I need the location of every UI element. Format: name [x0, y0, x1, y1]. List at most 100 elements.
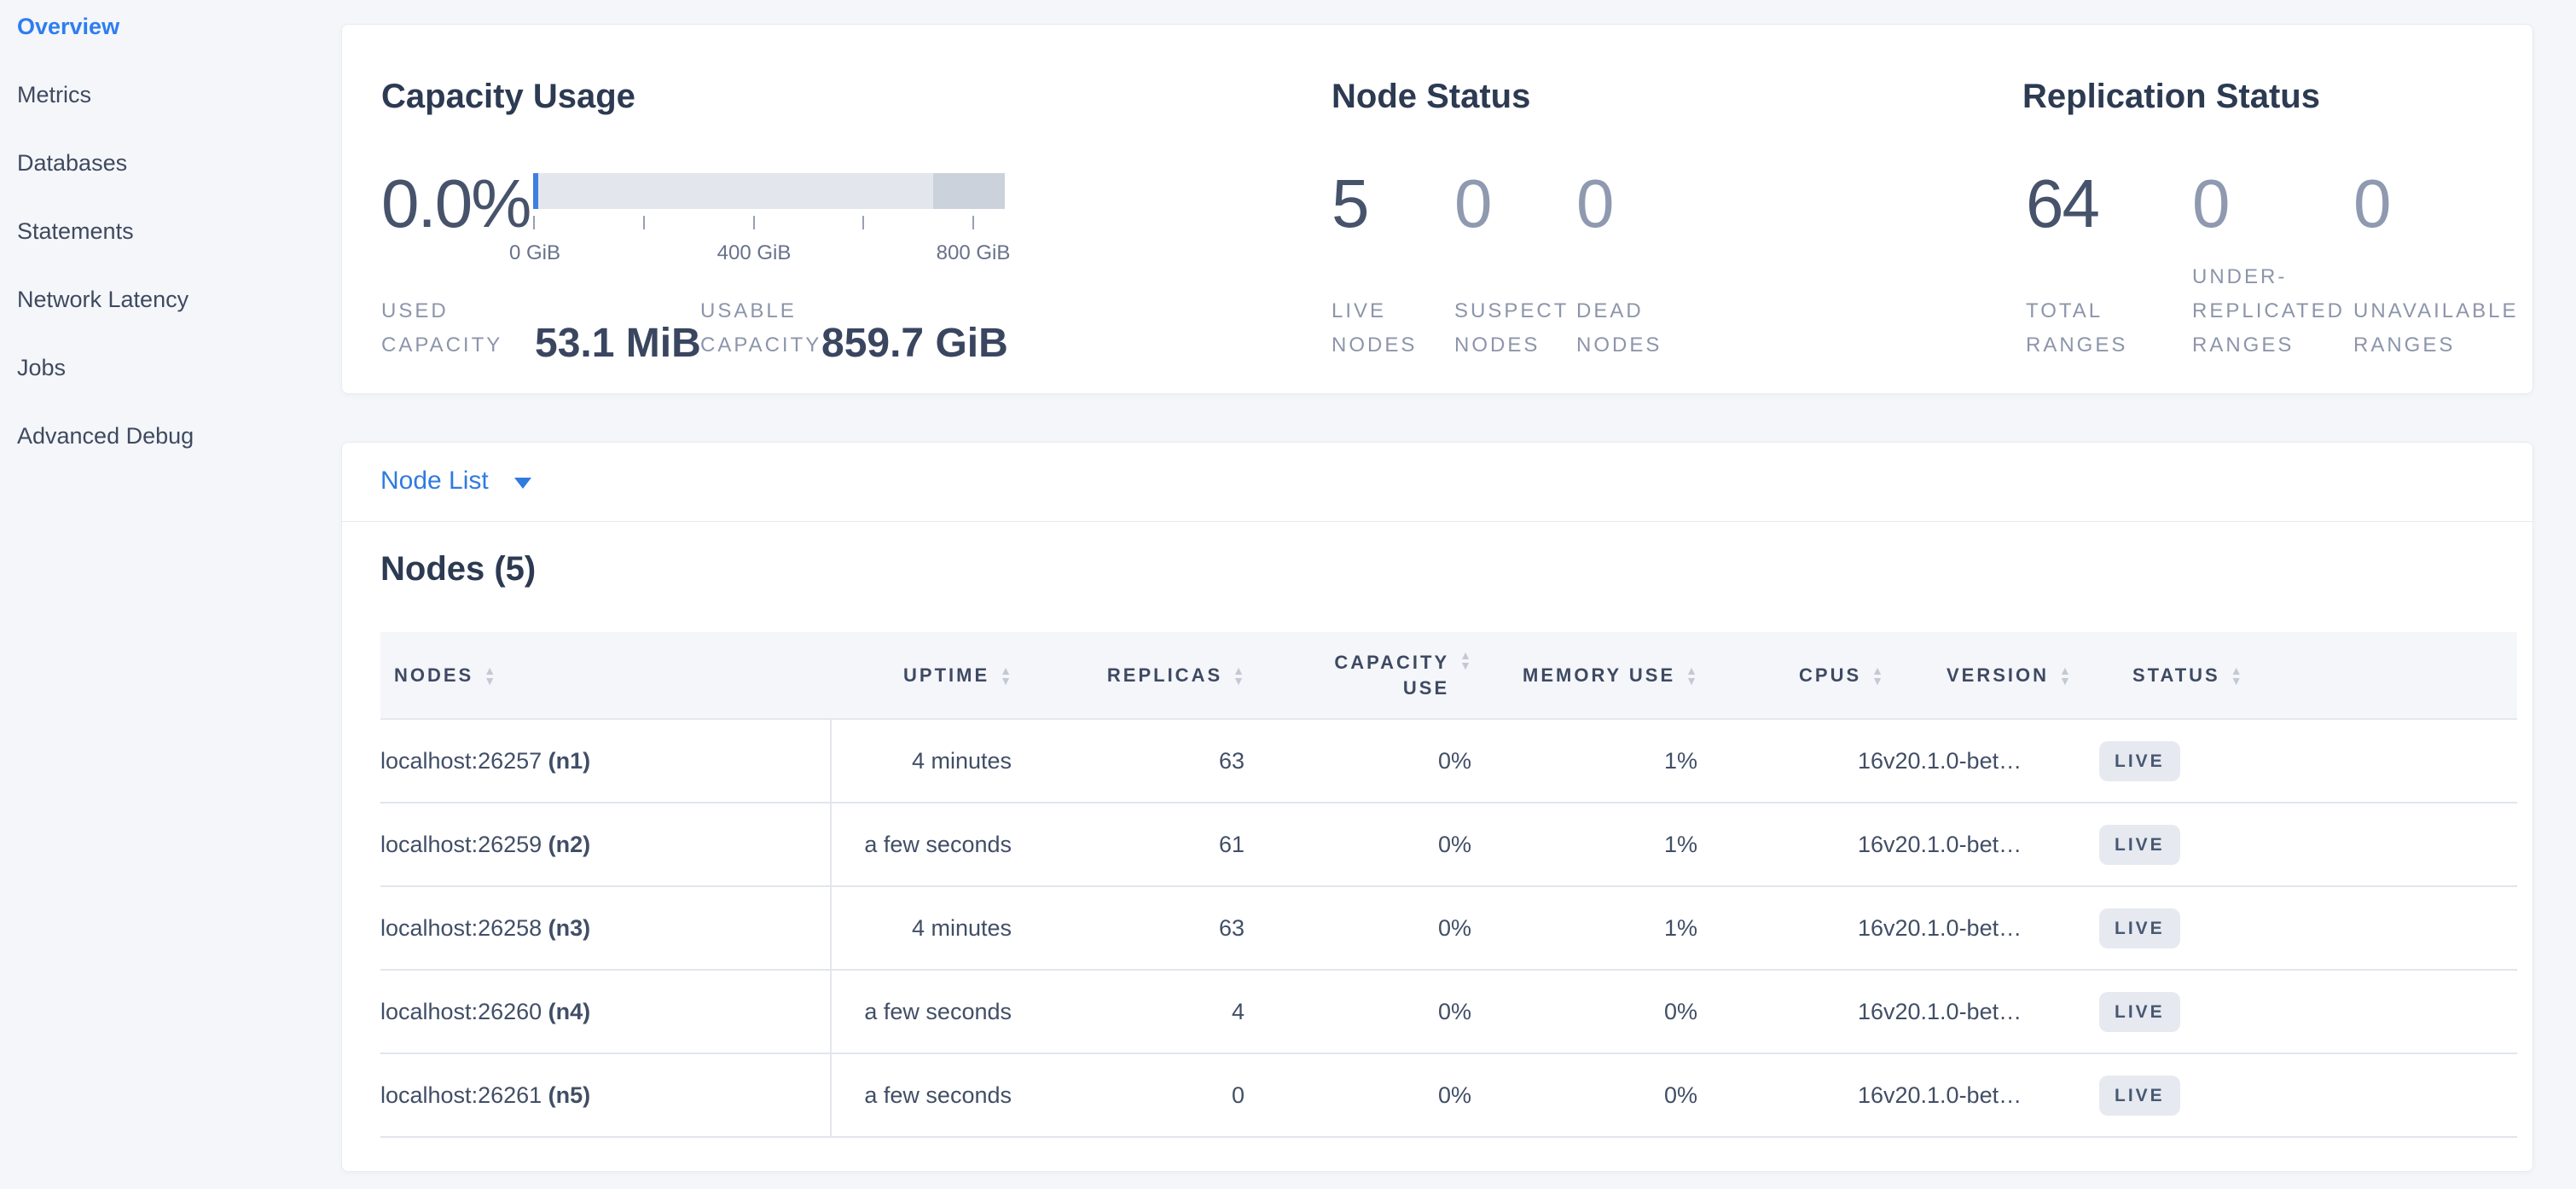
column-header-version[interactable]: VERSION ▲▼: [1883, 632, 2099, 719]
memory-use-cell: 1%: [1471, 803, 1697, 886]
capacity-used-percent: 0.0%: [381, 170, 530, 238]
sidebar-item-metrics[interactable]: Metrics: [17, 82, 91, 108]
sort-icon[interactable]: ▲▼: [1871, 665, 1883, 686]
axis-tick: [862, 216, 864, 229]
node-address: localhost:26260: [380, 999, 542, 1024]
axis-label-800gib: 800 GiB: [905, 241, 1041, 265]
capacity-use-cell: 0%: [1244, 719, 1471, 803]
status-cell: LIVE: [2099, 719, 2517, 803]
status-badge: LIVE: [2099, 1076, 2180, 1116]
replicas-cell: 0: [1012, 1053, 1244, 1137]
capacity-used-marker: [533, 173, 538, 209]
table-row: localhost:26261 (n5) a few seconds 0 0% …: [380, 1053, 2517, 1137]
node-address: localhost:26258: [380, 915, 542, 941]
sidebar-item-databases[interactable]: Databases: [17, 150, 127, 177]
node-name-cell[interactable]: localhost:26258 (n3): [380, 886, 831, 970]
node-name-cell[interactable]: localhost:26259 (n2): [380, 803, 831, 886]
version-cell: v20.1.0-bet…: [1883, 1053, 2099, 1137]
replicas-cell: 63: [1012, 886, 1244, 970]
node-address: localhost:26259: [380, 832, 542, 857]
sidebar-item-jobs[interactable]: Jobs: [17, 355, 66, 381]
column-label: NODES: [394, 664, 473, 687]
axis-tick: [643, 216, 645, 229]
memory-use-cell: 0%: [1471, 970, 1697, 1053]
node-address: localhost:26257: [380, 748, 542, 774]
column-header-uptime[interactable]: UPTIME ▲▼: [831, 632, 1012, 719]
column-label: REPLICAS: [1107, 664, 1222, 687]
column-label: UPTIME: [903, 664, 989, 687]
capacity-usage-title: Capacity Usage: [381, 78, 635, 116]
version-cell: v20.1.0-bet…: [1883, 886, 2099, 970]
column-header-nodes[interactable]: NODES ▲▼: [380, 632, 831, 719]
axis-label-400gib: 400 GiB: [686, 241, 822, 265]
sidebar-item-advanced-debug[interactable]: Advanced Debug: [17, 423, 194, 450]
status-badge: LIVE: [2099, 825, 2180, 865]
nodes-table: NODES ▲▼ UPTIME ▲▼ REPLICAS ▲▼ CAPACITY USE…: [380, 632, 2517, 1138]
capacity-use-cell: 0%: [1244, 886, 1471, 970]
replicas-cell: 61: [1012, 803, 1244, 886]
node-list-card: Node List Nodes (5) NODES▲▼ UPTIME▲▼ REP…: [341, 442, 2533, 1172]
sort-icon[interactable]: ▲▼: [2059, 665, 2071, 686]
suspect-nodes-count: 0: [1454, 170, 1491, 238]
under-replicated-ranges-label: UNDER-REPLICATED RANGES: [2192, 260, 2380, 362]
cluster-summary-card: Capacity Usage 0.0% 0 GiB 400 GiB 800 Gi…: [341, 24, 2533, 394]
used-capacity-label: USED CAPACITY: [381, 294, 518, 362]
cpus-cell: 16: [1697, 886, 1883, 970]
capacity-use-cell: 0%: [1244, 803, 1471, 886]
sort-icon[interactable]: ▲▼: [2231, 665, 2242, 686]
cpus-cell: 16: [1697, 1053, 1883, 1137]
dead-nodes-label: DEAD NODES: [1576, 294, 1687, 362]
sort-icon[interactable]: ▲▼: [1459, 650, 1471, 670]
uptime-cell: 4 minutes: [831, 719, 1012, 803]
column-header-capacity-use[interactable]: CAPACITY USE ▲▼: [1244, 632, 1471, 719]
capacity-use-cell: 0%: [1244, 1053, 1471, 1137]
column-label: CAPACITY USE: [1321, 650, 1449, 701]
sort-icon[interactable]: ▲▼: [1000, 665, 1012, 686]
live-nodes-count: 5: [1332, 170, 1368, 238]
axis-tick: [533, 216, 535, 229]
status-badge: LIVE: [2099, 992, 2180, 1032]
axis-label-0gib: 0 GiB: [467, 241, 603, 265]
column-header-replicas[interactable]: REPLICAS ▲▼: [1012, 632, 1244, 719]
uptime-cell: a few seconds: [831, 803, 1012, 886]
node-id: (n2): [548, 832, 591, 857]
capacity-usage-bar: [533, 173, 1005, 209]
dead-nodes-count: 0: [1576, 170, 1613, 238]
status-badge: LIVE: [2099, 908, 2180, 948]
sidebar-item-overview[interactable]: Overview: [17, 14, 119, 40]
node-status-title: Node Status: [1332, 78, 1530, 116]
status-cell: LIVE: [2099, 970, 2517, 1053]
chevron-down-icon: [514, 478, 531, 489]
table-header-row: NODES ▲▼ UPTIME ▲▼ REPLICAS ▲▼ CAPACITY USE…: [380, 632, 2517, 719]
column-header-memory-use[interactable]: MEMORY USE▲▼: [1471, 632, 1697, 719]
cpus-cell: 16: [1697, 803, 1883, 886]
table-row: localhost:26260 (n4) a few seconds 4 0% …: [380, 970, 2517, 1053]
cpus-cell: 16: [1697, 970, 1883, 1053]
sort-icon[interactable]: ▲▼: [1685, 665, 1697, 686]
sort-icon[interactable]: ▲▼: [484, 665, 496, 686]
node-name-cell[interactable]: localhost:26260 (n4): [380, 970, 831, 1053]
status-cell: LIVE: [2099, 1053, 2517, 1137]
unavailable-ranges-count: 0: [2353, 170, 2390, 238]
table-row: localhost:26259 (n2) a few seconds 61 0%…: [380, 803, 2517, 886]
sidebar-item-statements[interactable]: Statements: [17, 218, 134, 245]
node-name-cell[interactable]: localhost:26257 (n1): [380, 719, 831, 803]
node-list-dropdown[interactable]: Node List: [380, 467, 531, 496]
column-header-status[interactable]: STATUS▲▼: [2099, 632, 2517, 719]
memory-use-cell: 0%: [1471, 1053, 1697, 1137]
memory-use-cell: 1%: [1471, 719, 1697, 803]
total-ranges-label: TOTAL RANGES: [2026, 294, 2154, 362]
sidebar: Overview Metrics Databases Statements Ne…: [0, 0, 341, 1189]
uptime-cell: a few seconds: [831, 970, 1012, 1053]
under-replicated-ranges-count: 0: [2192, 170, 2229, 238]
column-header-cpus[interactable]: CPUS▲▼: [1697, 632, 1883, 719]
sort-icon[interactable]: ▲▼: [1233, 665, 1244, 686]
node-id: (n3): [548, 915, 591, 941]
sidebar-item-network-latency[interactable]: Network Latency: [17, 287, 189, 313]
node-name-cell[interactable]: localhost:26261 (n5): [380, 1053, 831, 1137]
capacity-use-cell: 0%: [1244, 970, 1471, 1053]
version-cell: v20.1.0-bet…: [1883, 803, 2099, 886]
column-label: VERSION: [1947, 664, 2049, 687]
node-address: localhost:26261: [380, 1082, 542, 1108]
node-id: (n5): [548, 1082, 591, 1108]
